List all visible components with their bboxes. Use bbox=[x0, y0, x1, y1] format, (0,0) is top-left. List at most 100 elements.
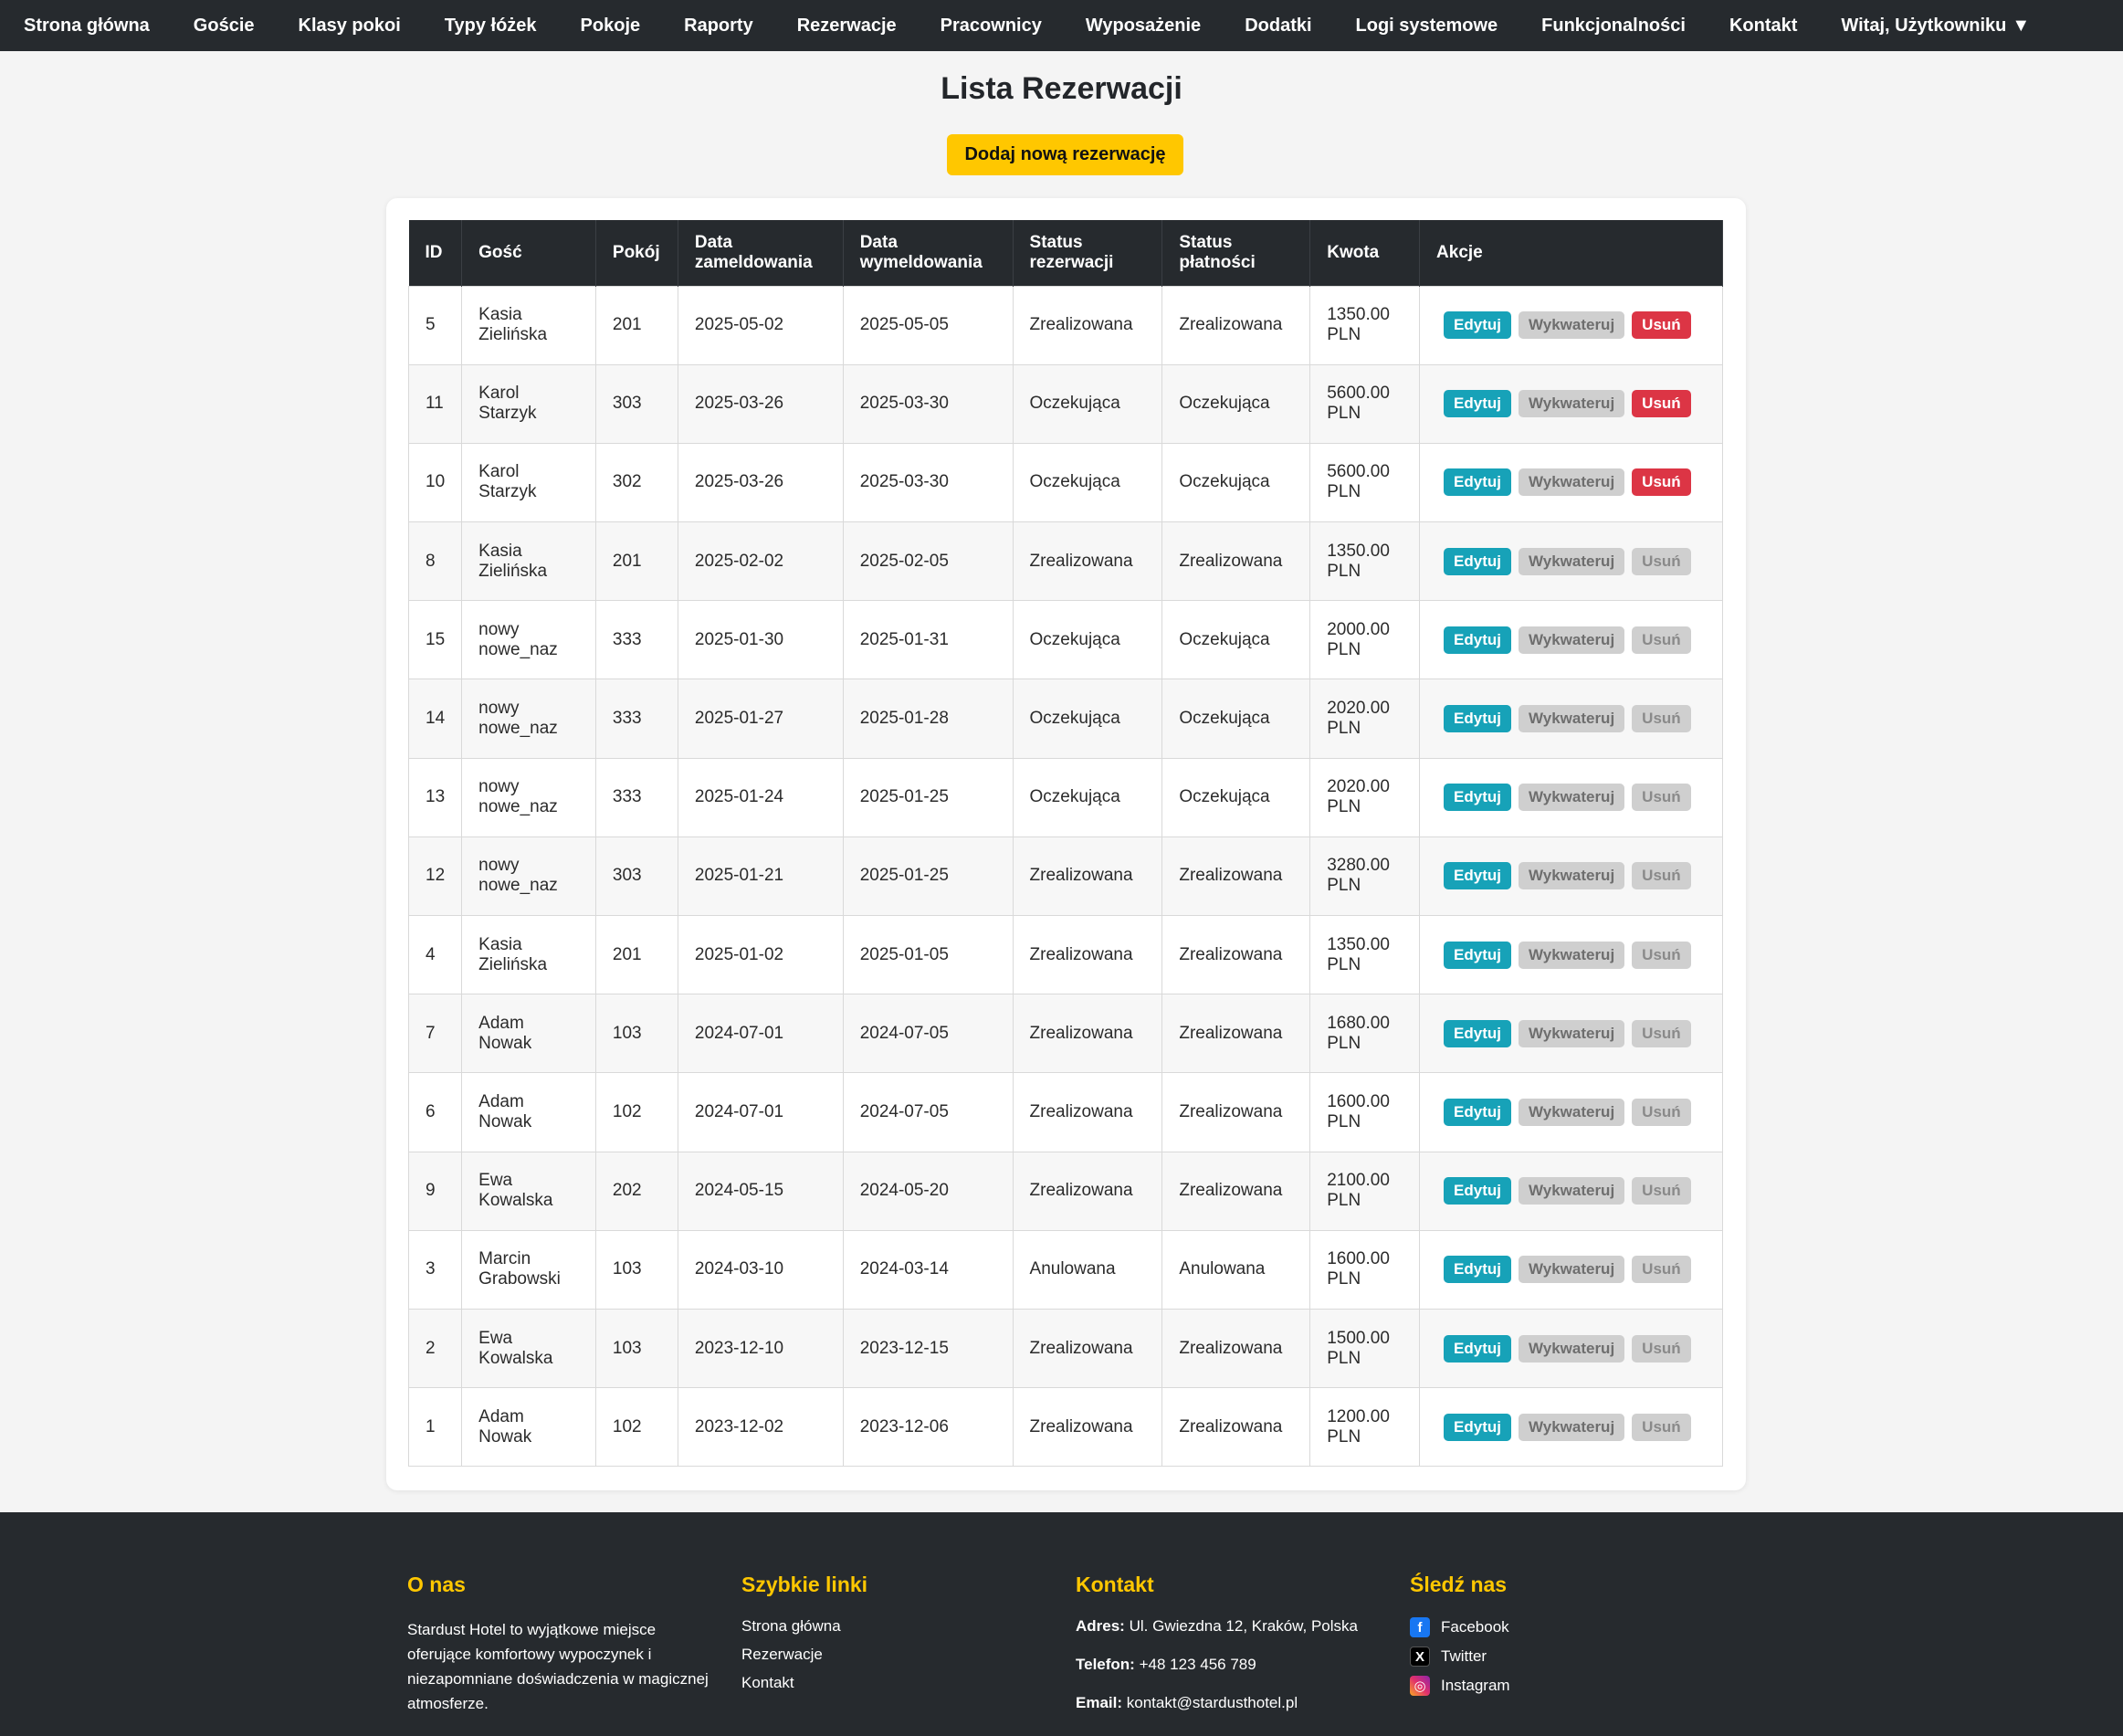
cell-room: 201 bbox=[594, 914, 678, 995]
cell-id: 11 bbox=[407, 363, 463, 444]
edit-button[interactable]: Edytuj bbox=[1444, 468, 1511, 497]
cell-actions: Edytuj Wykwateruj Usuń bbox=[1419, 521, 1723, 602]
checkout-button[interactable]: Wykwateruj bbox=[1519, 1256, 1625, 1284]
cell-actions: Edytuj Wykwateruj Usuń bbox=[1419, 1387, 1723, 1468]
footer-link-rezerwacje[interactable]: Rezerwacje bbox=[741, 1646, 1015, 1664]
cell-actions: Edytuj Wykwateruj Usuń bbox=[1419, 994, 1723, 1074]
edit-button[interactable]: Edytuj bbox=[1444, 390, 1511, 418]
delete-button[interactable]: Usuń bbox=[1632, 311, 1691, 340]
checkout-button[interactable]: Wykwateruj bbox=[1519, 311, 1625, 340]
delete-button[interactable]: Usuń bbox=[1632, 1334, 1691, 1362]
cell-room: 333 bbox=[594, 600, 678, 680]
cell-pay-status: Zrealizowana bbox=[1161, 836, 1311, 917]
edit-button[interactable]: Edytuj bbox=[1444, 626, 1511, 654]
checkout-button[interactable]: Wykwateruj bbox=[1519, 1334, 1625, 1362]
edit-button[interactable]: Edytuj bbox=[1444, 311, 1511, 340]
footer-link-strona-glowna[interactable]: Strona główna bbox=[741, 1617, 1015, 1636]
table-row: 6 Adam Nowak 102 2024-07-01 2024-07-05 Zreali… bbox=[407, 1072, 1723, 1152]
cell-id: 8 bbox=[407, 521, 463, 602]
delete-button[interactable]: Usuń bbox=[1632, 390, 1691, 418]
social-link-facebook[interactable]: f Facebook bbox=[1410, 1617, 1684, 1637]
column-header-data-wymeldowania: Data wymeldowania bbox=[843, 220, 1014, 286]
cell-id: 13 bbox=[407, 757, 463, 837]
table-row: 13 nowy nowe_naz 333 2025-01-24 2025-01-25 Oc… bbox=[407, 757, 1723, 837]
cell-room: 303 bbox=[594, 836, 678, 917]
cell-res-status: Zrealizowana bbox=[1012, 1308, 1163, 1389]
checkout-button[interactable]: Wykwateruj bbox=[1519, 941, 1625, 969]
email-value[interactable]: kontakt@stardusthotel.pl bbox=[1127, 1694, 1298, 1711]
checkout-button[interactable]: Wykwateruj bbox=[1519, 626, 1625, 654]
checkout-button[interactable]: Wykwateruj bbox=[1519, 862, 1625, 890]
edit-button[interactable]: Edytuj bbox=[1444, 1334, 1511, 1362]
social-link-twitter[interactable]: X Twitter bbox=[1410, 1647, 1684, 1667]
nav-item-logi-systemowe[interactable]: Logi systemowe bbox=[1356, 16, 1498, 37]
x-twitter-icon: X bbox=[1410, 1647, 1430, 1667]
nav-item-raporty[interactable]: Raporty bbox=[684, 16, 753, 37]
cell-guest: Adam Nowak bbox=[461, 1072, 596, 1152]
cell-guest: nowy nowe_naz bbox=[461, 679, 596, 759]
cell-actions: Edytuj Wykwateruj Usuń bbox=[1419, 836, 1723, 917]
delete-button[interactable]: Usuń bbox=[1632, 784, 1691, 812]
cell-id: 2 bbox=[407, 1308, 463, 1389]
cell-res-status: Zrealizowana bbox=[1012, 836, 1163, 917]
social-link-instagram[interactable]: ◎ Instagram bbox=[1410, 1676, 1684, 1696]
edit-button[interactable]: Edytuj bbox=[1444, 705, 1511, 733]
add-reservation-button[interactable]: Dodaj nową rezerwację bbox=[947, 134, 1183, 175]
nav-item-strona-glowna[interactable]: Strona główna bbox=[24, 16, 150, 37]
delete-button[interactable]: Usuń bbox=[1632, 862, 1691, 890]
footer-contact: Kontakt Adres: Ul. Gwiezdna 12, Kraków, … bbox=[1076, 1573, 1386, 1732]
nav-item-pokoje[interactable]: Pokoje bbox=[581, 16, 641, 37]
delete-button[interactable]: Usuń bbox=[1632, 1098, 1691, 1126]
delete-button[interactable]: Usuń bbox=[1632, 1177, 1691, 1205]
user-menu[interactable]: Witaj, Użytkowniku ▼ bbox=[1841, 16, 2030, 37]
checkout-button[interactable]: Wykwateruj bbox=[1519, 1098, 1625, 1126]
cell-amount: 1350.00 PLN bbox=[1309, 521, 1421, 602]
edit-button[interactable]: Edytuj bbox=[1444, 1098, 1511, 1126]
table-row: 14 nowy nowe_naz 333 2025-01-27 2025-01-28 Oc… bbox=[407, 679, 1723, 759]
checkout-button[interactable]: Wykwateruj bbox=[1519, 705, 1625, 733]
delete-button[interactable]: Usuń bbox=[1632, 547, 1691, 575]
nav-item-goscie[interactable]: Goście bbox=[194, 16, 255, 37]
delete-button[interactable]: Usuń bbox=[1632, 626, 1691, 654]
delete-button[interactable]: Usuń bbox=[1632, 1413, 1691, 1441]
delete-button[interactable]: Usuń bbox=[1632, 1019, 1691, 1047]
cell-guest: Kasia Zielińska bbox=[461, 521, 596, 602]
edit-button[interactable]: Edytuj bbox=[1444, 547, 1511, 575]
footer-link-kontakt[interactable]: Kontakt bbox=[741, 1674, 1015, 1692]
nav-item-pracownicy[interactable]: Pracownicy bbox=[941, 16, 1042, 37]
cell-checkout: 2025-02-05 bbox=[842, 521, 1014, 602]
cell-res-status: Anulowana bbox=[1012, 1229, 1163, 1310]
edit-button[interactable]: Edytuj bbox=[1444, 784, 1511, 812]
edit-button[interactable]: Edytuj bbox=[1444, 941, 1511, 969]
nav-item-typy-lozek[interactable]: Typy łóżek bbox=[445, 16, 537, 37]
edit-button[interactable]: Edytuj bbox=[1444, 862, 1511, 890]
nav-item-dodatki[interactable]: Dodatki bbox=[1245, 16, 1311, 37]
edit-button[interactable]: Edytuj bbox=[1444, 1177, 1511, 1205]
cell-checkout: 2025-01-25 bbox=[842, 836, 1014, 917]
reservations-card: ID Gość Pokój Data zameldowania Data wymeldo… bbox=[386, 198, 1746, 1490]
cell-checkout: 2024-07-05 bbox=[842, 994, 1014, 1074]
checkout-button[interactable]: Wykwateruj bbox=[1519, 468, 1625, 497]
checkout-button[interactable]: Wykwateruj bbox=[1519, 390, 1625, 418]
edit-button[interactable]: Edytuj bbox=[1444, 1019, 1511, 1047]
table-row: 1 Adam Nowak 102 2023-12-02 2023-12-06 Zreali… bbox=[407, 1387, 1723, 1468]
delete-button[interactable]: Usuń bbox=[1632, 468, 1691, 497]
checkout-button[interactable]: Wykwateruj bbox=[1519, 1019, 1625, 1047]
delete-button[interactable]: Usuń bbox=[1632, 1256, 1691, 1284]
nav-item-kontakt[interactable]: Kontakt bbox=[1729, 16, 1797, 37]
edit-button[interactable]: Edytuj bbox=[1444, 1256, 1511, 1284]
nav-item-klasy-pokoi[interactable]: Klasy pokoi bbox=[299, 16, 401, 37]
social-label: Twitter bbox=[1441, 1647, 1487, 1665]
nav-item-wyposazenie[interactable]: Wyposażenie bbox=[1086, 16, 1201, 37]
cell-guest: Adam Nowak bbox=[461, 994, 596, 1074]
delete-button[interactable]: Usuń bbox=[1632, 705, 1691, 733]
checkout-button[interactable]: Wykwateruj bbox=[1519, 1413, 1625, 1441]
checkout-button[interactable]: Wykwateruj bbox=[1519, 1177, 1625, 1205]
nav-item-rezerwacje[interactable]: Rezerwacje bbox=[797, 16, 897, 37]
delete-button[interactable]: Usuń bbox=[1632, 941, 1691, 969]
nav-item-funkcjonalnosci[interactable]: Funkcjonalności bbox=[1541, 16, 1686, 37]
edit-button[interactable]: Edytuj bbox=[1444, 1413, 1511, 1441]
cell-res-status: Zrealizowana bbox=[1012, 1387, 1163, 1468]
checkout-button[interactable]: Wykwateruj bbox=[1519, 547, 1625, 575]
checkout-button[interactable]: Wykwateruj bbox=[1519, 784, 1625, 812]
